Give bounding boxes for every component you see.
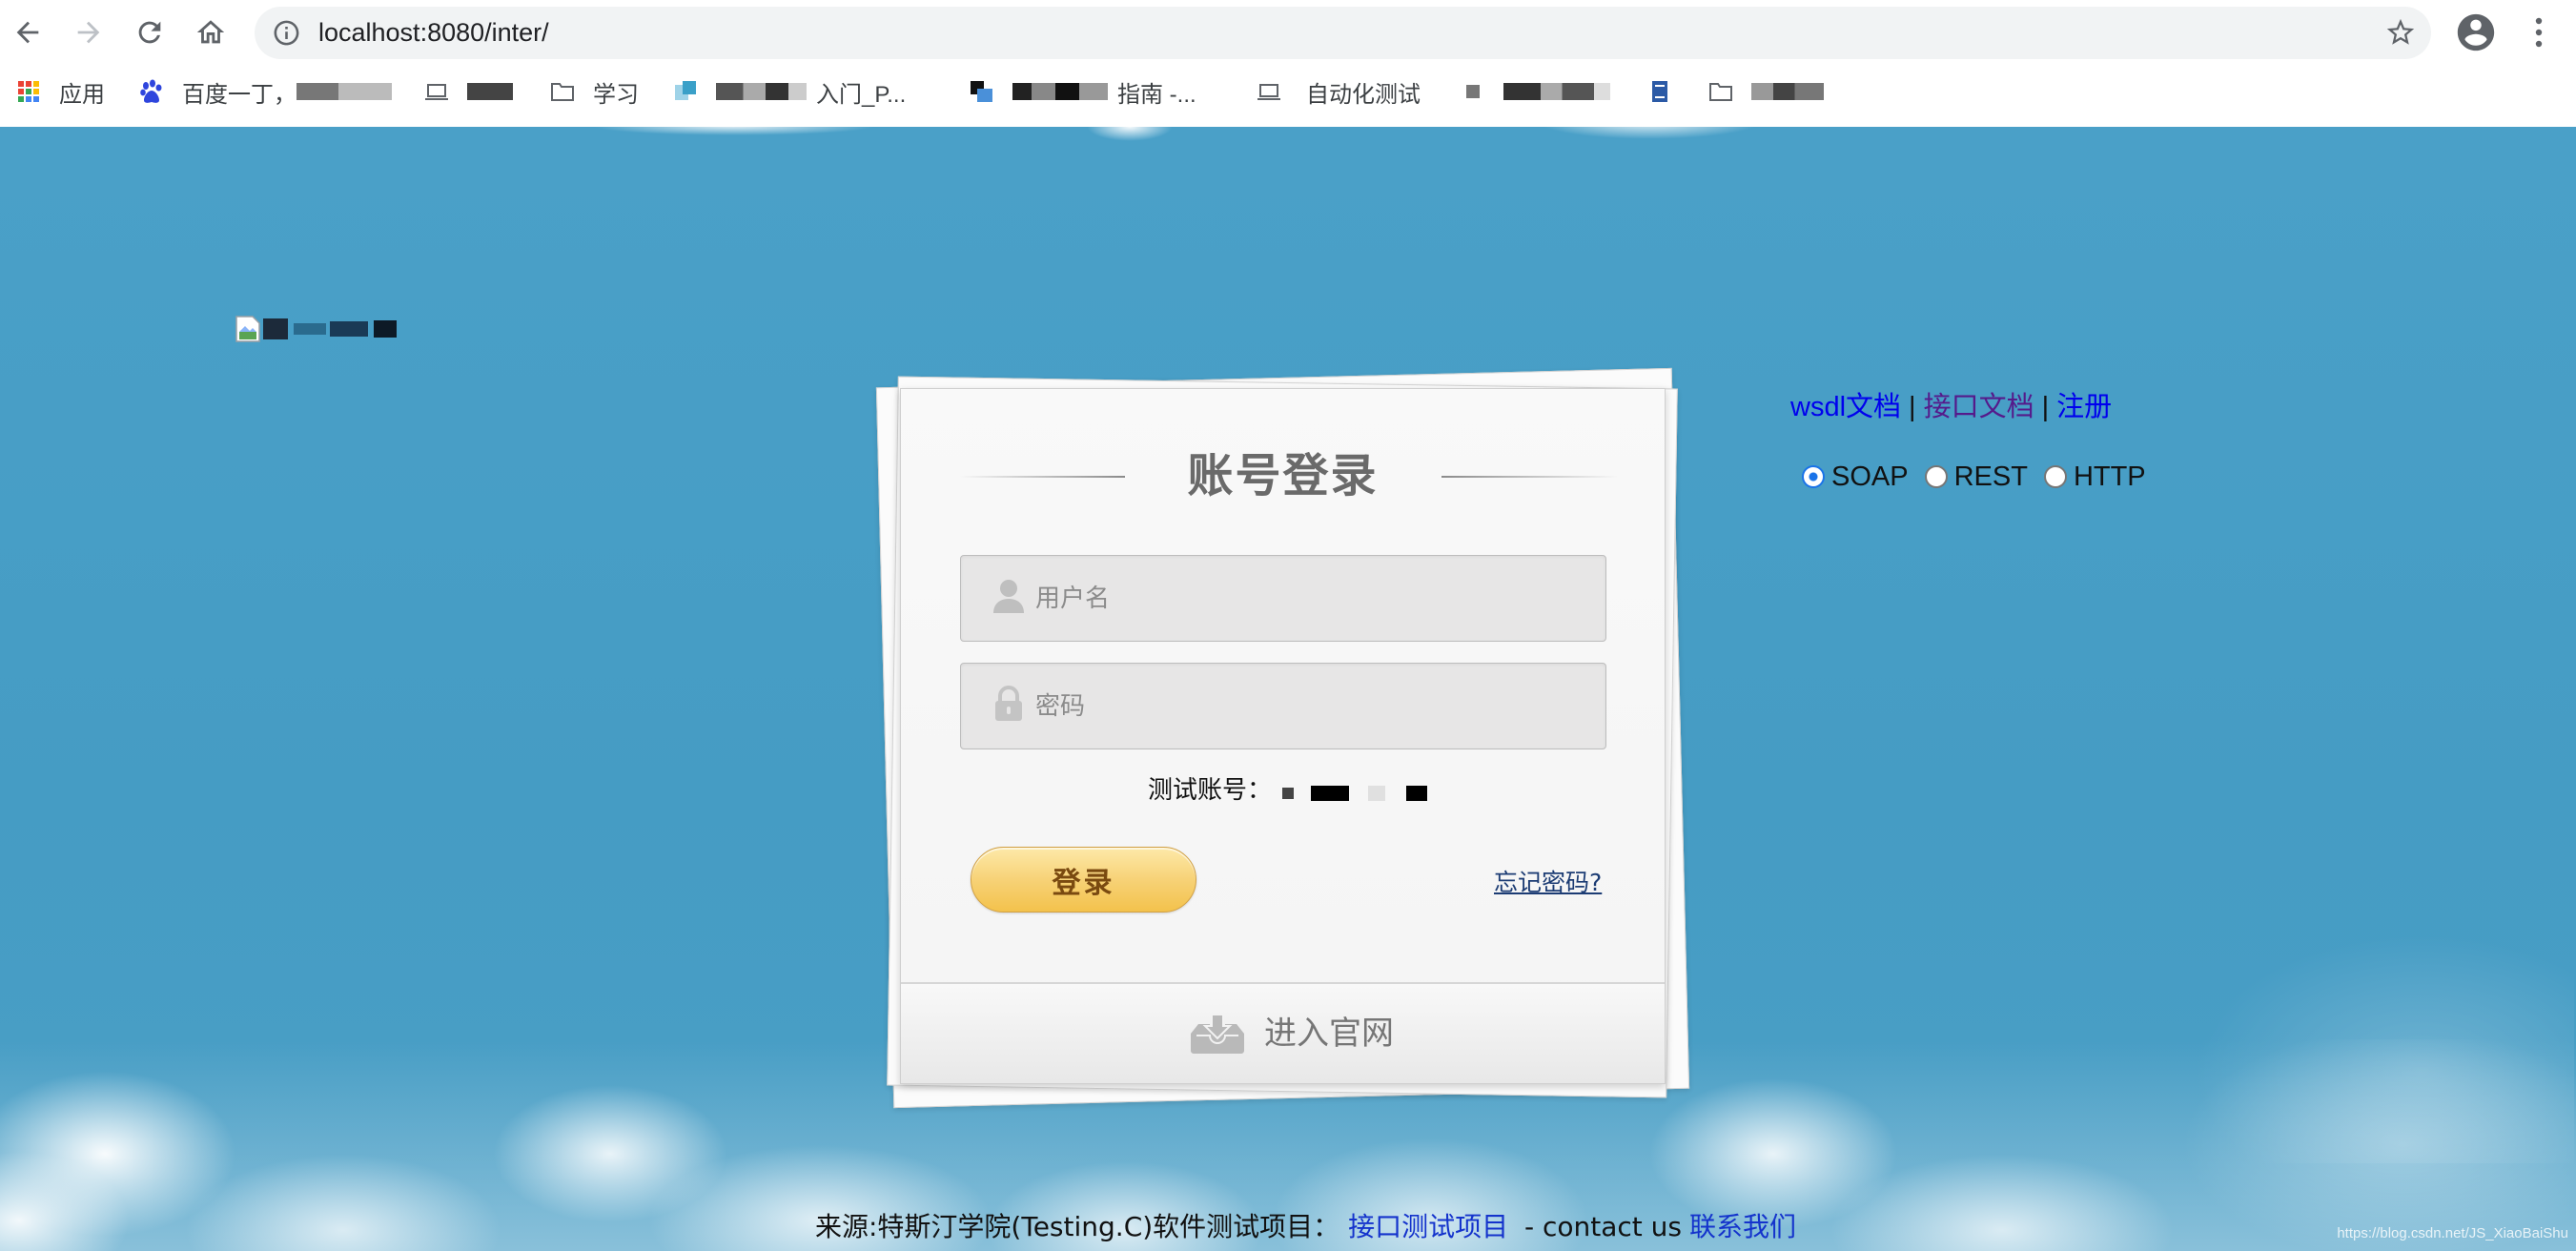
folder-icon: [551, 83, 574, 101]
bookmark-item[interactable]: [1708, 66, 1824, 117]
bookmark-folder-study[interactable]: 学习: [550, 66, 639, 117]
radio-http[interactable]: [2043, 465, 2067, 488]
site-logo: [235, 312, 397, 346]
api-test-project-link[interactable]: 接口测试项目: [1348, 1211, 1508, 1242]
back-button[interactable]: [10, 14, 46, 51]
book-icon: [1652, 81, 1667, 102]
redacted-block: [338, 83, 392, 100]
login-button[interactable]: 登录: [971, 847, 1196, 913]
watermark: https://blog.csdn.net/JS_XiaoBaiShu: [2337, 1225, 2568, 1241]
radio-soap[interactable]: [1802, 465, 1825, 488]
bookmark-item[interactable]: 指南 -...: [970, 66, 1196, 117]
redacted-block: [263, 318, 288, 339]
redacted-block: [1406, 786, 1427, 801]
browser-toolbar: localhost:8080/inter/: [0, 0, 2576, 66]
forgot-password-link[interactable]: 忘记密码?: [1494, 866, 1602, 900]
back-arrow-icon: [11, 16, 44, 49]
link-separator: |: [2041, 392, 2050, 422]
user-icon: [990, 577, 1028, 615]
redacted-block: [1282, 788, 1294, 799]
radio-http-label[interactable]: HTTP: [2074, 461, 2146, 493]
laptop-icon: [1257, 84, 1280, 100]
redacted-block: [1311, 786, 1349, 801]
home-button[interactable]: [193, 14, 229, 51]
username-input[interactable]: [1035, 556, 1598, 641]
site-favicon: [971, 81, 992, 102]
test-account-label: 测试账号：: [1148, 776, 1273, 805]
bookmark-apps[interactable]: 应用: [16, 66, 105, 117]
redacted-block: [1012, 83, 1108, 100]
api-doc-link[interactable]: 接口文档: [1924, 392, 2034, 422]
test-account-value-redacted: [1282, 784, 1435, 803]
redacted-block: [296, 83, 338, 100]
redacted-block: [716, 83, 807, 100]
wsdl-doc-link[interactable]: wsdl文档: [1790, 392, 1901, 422]
more-menu-icon[interactable]: [2526, 13, 2551, 51]
redacted-block: [467, 83, 513, 100]
redacted-block: [294, 323, 326, 335]
bookmark-label: 入门_P...: [816, 81, 907, 108]
bookmark-label: 自动化测试: [1306, 81, 1421, 108]
password-field[interactable]: [960, 663, 1606, 749]
page-footer: 来源:特斯汀学院(Testing.C)软件测试项目： 接口测试项目 - cont…: [815, 1207, 1796, 1247]
cloud-top: [1535, 113, 1764, 139]
broken-image-icon: [235, 315, 261, 343]
bookmarks-bar: 应用 百度一丁， 学习 入门_P... 指南 -... 自动化测试: [0, 66, 2576, 127]
radio-rest[interactable]: [1924, 465, 1948, 488]
url-text[interactable]: localhost:8080/inter/: [318, 7, 549, 59]
site-favicon: [675, 81, 696, 100]
forward-arrow-icon: [72, 16, 105, 49]
site-info-icon[interactable]: [272, 18, 301, 48]
laptop-icon: [425, 84, 448, 100]
redacted-block: [1503, 83, 1610, 100]
cloud-top: [1087, 113, 1173, 141]
link-separator: |: [1909, 392, 1916, 422]
reload-button[interactable]: [132, 14, 168, 51]
redacted-block: [330, 321, 368, 337]
bookmark-item[interactable]: 入门_P...: [673, 66, 906, 117]
protocol-selector: SOAP REST HTTP: [1802, 456, 2162, 498]
login-card: 账号登录 测试账号： 登录 忘记密码? 进入官网: [900, 388, 1666, 1084]
footer-contact-text: - contact us: [1524, 1211, 1683, 1242]
redacted-block: [1751, 83, 1824, 100]
reload-icon: [133, 16, 166, 49]
page-icon: [1466, 85, 1480, 98]
register-link[interactable]: 注册: [2056, 392, 2112, 422]
bookmark-label: 指南 -...: [1117, 81, 1196, 108]
bookmark-item[interactable]: [1461, 66, 1610, 117]
enter-site-label: 进入官网: [1264, 1015, 1394, 1053]
radio-rest-label[interactable]: REST: [1954, 461, 2028, 493]
bookmark-item[interactable]: 自动化测试: [1257, 66, 1421, 117]
redacted-block: [1368, 786, 1385, 801]
address-bar[interactable]: localhost:8080/inter/: [255, 7, 2431, 59]
home-icon: [194, 16, 227, 49]
bookmark-label: 学习: [593, 81, 639, 108]
doc-links: wsdl文档 | 接口文档 | 注册: [1790, 386, 2112, 428]
redacted-block: [374, 320, 397, 338]
bookmark-label: 应用: [59, 81, 105, 108]
bookmark-baidu[interactable]: 百度一丁，: [139, 66, 392, 117]
bookmark-item[interactable]: [424, 66, 513, 117]
cloud-top: [591, 116, 877, 135]
bookmark-item[interactable]: [1647, 66, 1672, 117]
folder-icon: [1709, 83, 1732, 101]
baidu-paw-icon: [140, 79, 162, 103]
footer-source-text: 来源:特斯汀学院(Testing.C)软件测试项目：: [815, 1211, 1340, 1242]
forward-button[interactable]: [71, 14, 107, 51]
enter-site-bar[interactable]: 进入官网: [901, 982, 1665, 1083]
inbox-download-icon: [1189, 1013, 1246, 1055]
contact-us-link[interactable]: 联系我们: [1689, 1211, 1796, 1242]
apps-grid-icon: [18, 81, 39, 102]
username-field[interactable]: [960, 555, 1606, 642]
bookmark-star-icon[interactable]: [2384, 16, 2417, 49]
title-divider-right: [1441, 476, 1619, 478]
lock-icon: [990, 685, 1028, 723]
profile-avatar-icon[interactable]: [2454, 10, 2498, 54]
password-input[interactable]: [1035, 664, 1598, 749]
bookmark-label: 百度一丁，: [182, 81, 296, 108]
radio-soap-label[interactable]: SOAP: [1831, 461, 1909, 493]
